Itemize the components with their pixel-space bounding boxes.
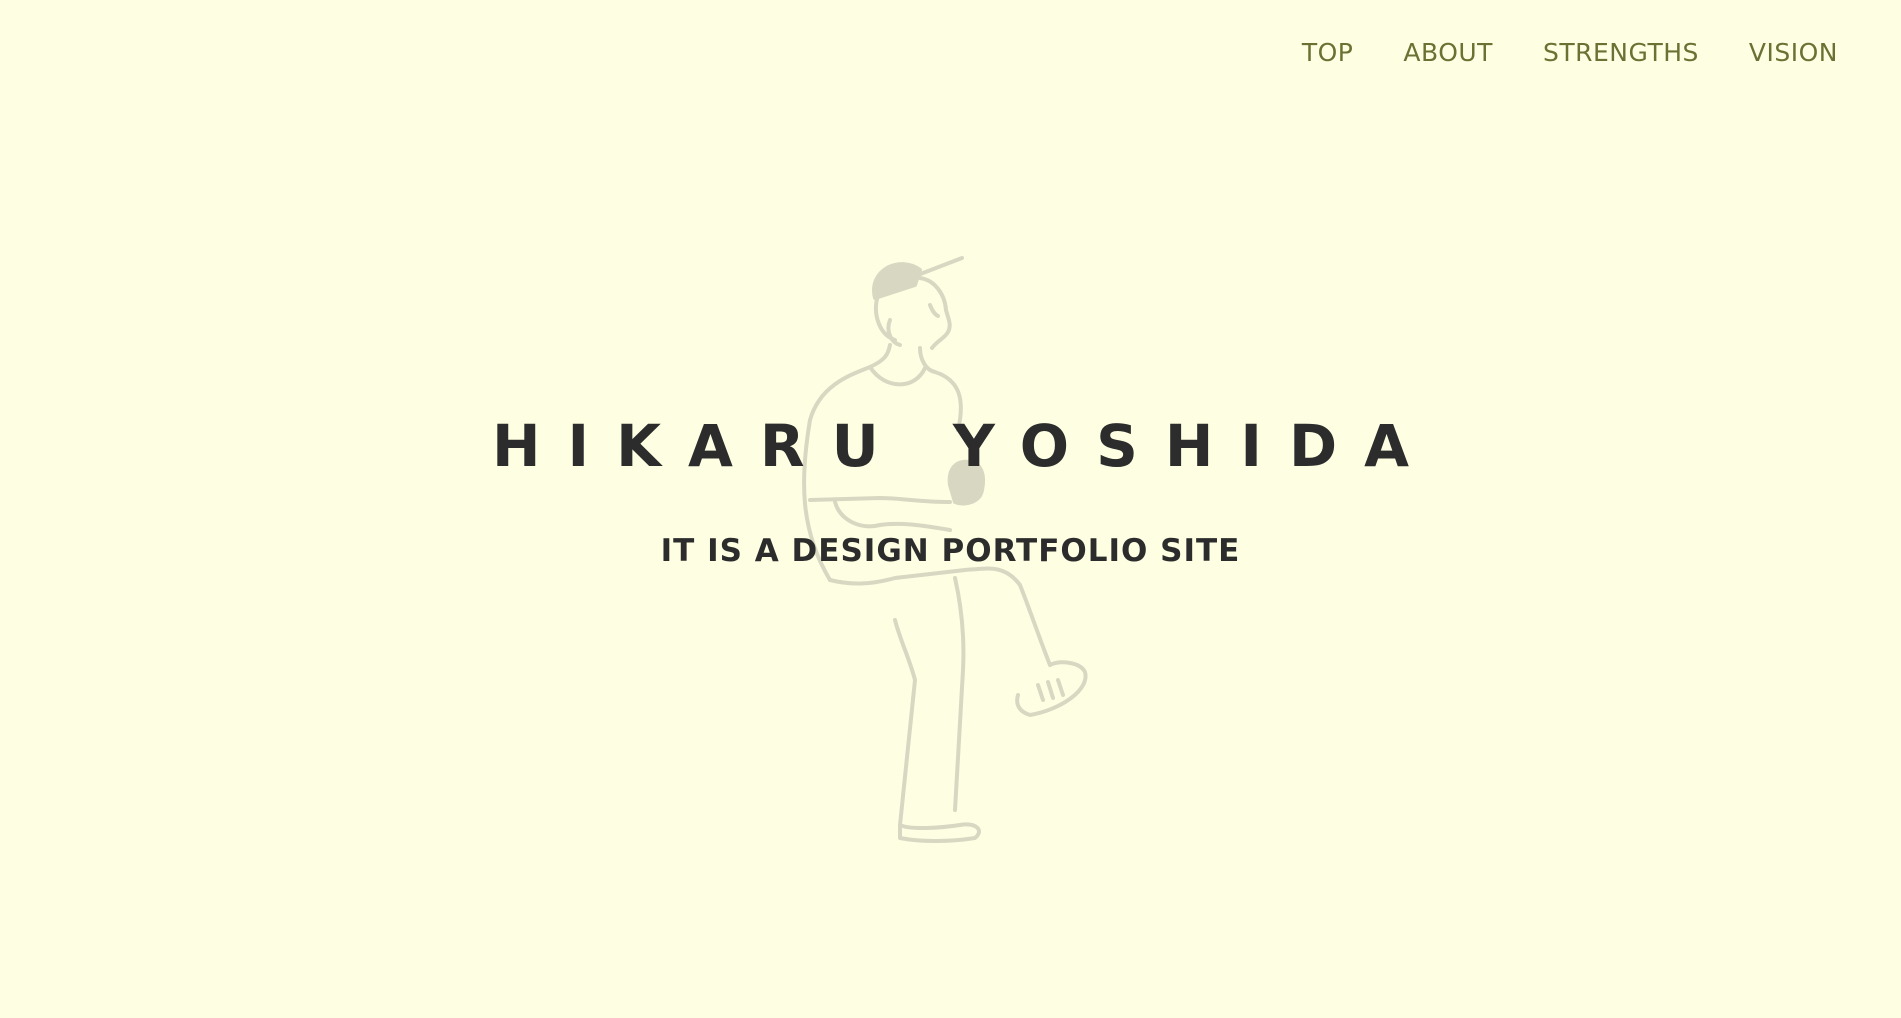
main-nav: TOP ABOUT STRENGTHS VISION bbox=[1252, 38, 1838, 67]
nav-link-top[interactable]: TOP bbox=[1302, 38, 1354, 67]
front-leg bbox=[893, 618, 917, 827]
shoe-laces bbox=[1036, 678, 1065, 702]
cap-shape bbox=[872, 262, 922, 300]
forearm bbox=[833, 500, 952, 532]
nav-link-about[interactable]: ABOUT bbox=[1403, 38, 1493, 67]
nav-link-vision[interactable]: VISION bbox=[1749, 38, 1838, 67]
page-subtitle: IT IS A DESIGN PORTFOLIO SITE bbox=[660, 533, 1241, 569]
nav-link-strengths[interactable]: STRENGTHS bbox=[1543, 38, 1699, 67]
page-title: HIKARU YOSHIDA bbox=[491, 412, 1437, 480]
shoe-bottom bbox=[898, 822, 981, 843]
thigh bbox=[828, 566, 1052, 667]
collar bbox=[868, 365, 927, 387]
arm-line bbox=[808, 496, 952, 504]
back-leg bbox=[953, 576, 966, 812]
face-detail bbox=[928, 303, 940, 318]
